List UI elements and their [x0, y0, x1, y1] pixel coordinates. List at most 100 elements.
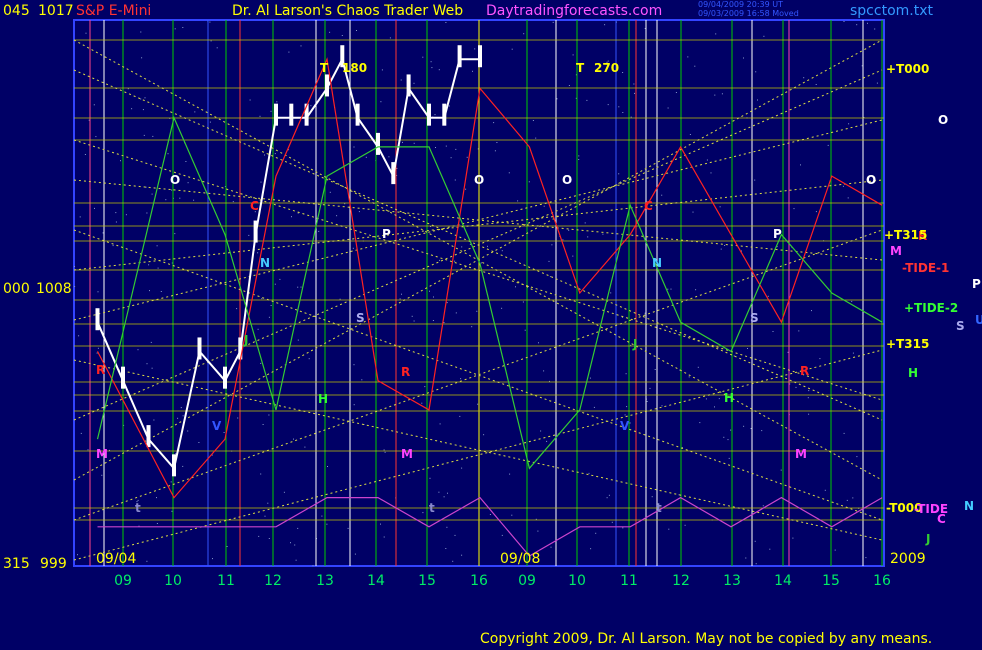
date-label-2: 09/08: [500, 551, 541, 567]
background-speck: [353, 404, 355, 406]
planet-label-U: U: [975, 313, 982, 327]
background-speck: [149, 290, 150, 292]
background-speck: [383, 449, 385, 451]
background-speck: [626, 406, 628, 408]
label-tide: -TIDE: [914, 502, 949, 516]
background-speck: [697, 366, 699, 368]
background-speck: [141, 57, 143, 59]
planet-label-C: C: [250, 199, 259, 213]
background-speck: [483, 434, 485, 436]
background-speck: [684, 524, 686, 526]
background-speck: [622, 112, 624, 113]
background-speck: [153, 419, 155, 421]
background-speck: [137, 349, 139, 351]
background-speck: [670, 288, 672, 290]
background-speck: [593, 406, 595, 408]
background-speck: [352, 247, 354, 249]
background-speck: [667, 288, 669, 290]
background-speck: [96, 352, 98, 354]
background-speck: [501, 307, 503, 309]
background-speck: [856, 456, 858, 458]
background-speck: [274, 283, 276, 285]
planet-label-N: N: [260, 256, 270, 270]
background-speck: [438, 491, 440, 493]
background-speck: [668, 528, 670, 530]
planet-label-V: V: [620, 419, 630, 433]
site-url[interactable]: Daytradingforecasts.com: [486, 4, 662, 18]
background-speck: [182, 27, 184, 28]
background-speck: [422, 56, 424, 58]
background-speck: [443, 496, 445, 498]
hour-tick-label: 12: [264, 573, 282, 589]
background-speck: [232, 201, 234, 203]
background-speck: [454, 260, 456, 262]
background-speck: [413, 82, 415, 84]
background-speck: [715, 33, 717, 35]
background-speck: [400, 79, 402, 81]
background-speck: [131, 108, 133, 110]
planet-label-M: M: [795, 447, 807, 461]
price-bar: [121, 366, 125, 389]
hour-tick-label: 11: [620, 573, 638, 589]
background-speck: [422, 512, 424, 514]
background-speck: [445, 548, 447, 549]
background-speck: [699, 422, 701, 424]
background-speck: [714, 94, 716, 96]
planet-label-t: t: [135, 501, 141, 515]
background-speck: [318, 230, 320, 232]
background-speck: [523, 33, 525, 35]
background-speck: [209, 121, 211, 123]
background-speck: [264, 154, 265, 156]
price-bar: [146, 425, 151, 448]
file-name: spcctom.txt: [850, 3, 933, 19]
background-speck: [389, 37, 391, 39]
background-speck: [212, 558, 213, 560]
label-t315-b: +T315: [886, 337, 930, 351]
background-speck: [171, 189, 173, 191]
price-bar: [406, 74, 411, 97]
background-speck: [493, 122, 495, 124]
background-speck: [249, 99, 251, 101]
planet-label-H: H: [724, 391, 734, 405]
label-t-270: T: [576, 61, 585, 75]
background-speck: [399, 298, 401, 300]
background-speck: [644, 312, 646, 314]
background-speck: [177, 417, 179, 419]
background-speck: [384, 451, 386, 453]
background-speck: [480, 262, 482, 264]
planet-label-N: N: [964, 499, 974, 513]
background-speck: [568, 229, 570, 231]
planet-label-R: R: [800, 364, 809, 378]
background-speck: [723, 436, 725, 438]
background-speck: [140, 98, 142, 100]
planet-label-P: P: [773, 227, 782, 241]
background-speck: [694, 65, 696, 67]
background-speck: [167, 153, 169, 155]
background-speck: [365, 156, 367, 158]
background-speck: [634, 92, 635, 94]
background-speck: [381, 69, 383, 71]
background-speck: [429, 477, 431, 479]
hour-tick-label: 10: [568, 573, 586, 589]
background-speck: [300, 45, 302, 47]
background-speck: [466, 156, 468, 158]
background-speck: [689, 134, 691, 135]
price-label-bottom: 999: [40, 556, 67, 572]
background-speck: [618, 106, 620, 108]
background-speck: [413, 320, 415, 322]
background-speck: [807, 397, 809, 399]
background-speck: [787, 351, 789, 353]
planet-label-H: H: [318, 392, 328, 406]
planet-label-R: R: [401, 365, 410, 379]
background-speck: [874, 28, 876, 30]
background-speck: [112, 245, 114, 247]
background-speck: [755, 71, 757, 73]
background-speck: [187, 182, 189, 184]
background-speck: [550, 546, 552, 548]
background-speck: [568, 85, 570, 86]
price-bar: [223, 366, 227, 389]
timestamp-1: 09/04/2009 20:39 UT: [698, 0, 783, 9]
background-speck: [94, 207, 95, 209]
price-bar: [442, 103, 447, 126]
background-speck: [587, 236, 589, 238]
